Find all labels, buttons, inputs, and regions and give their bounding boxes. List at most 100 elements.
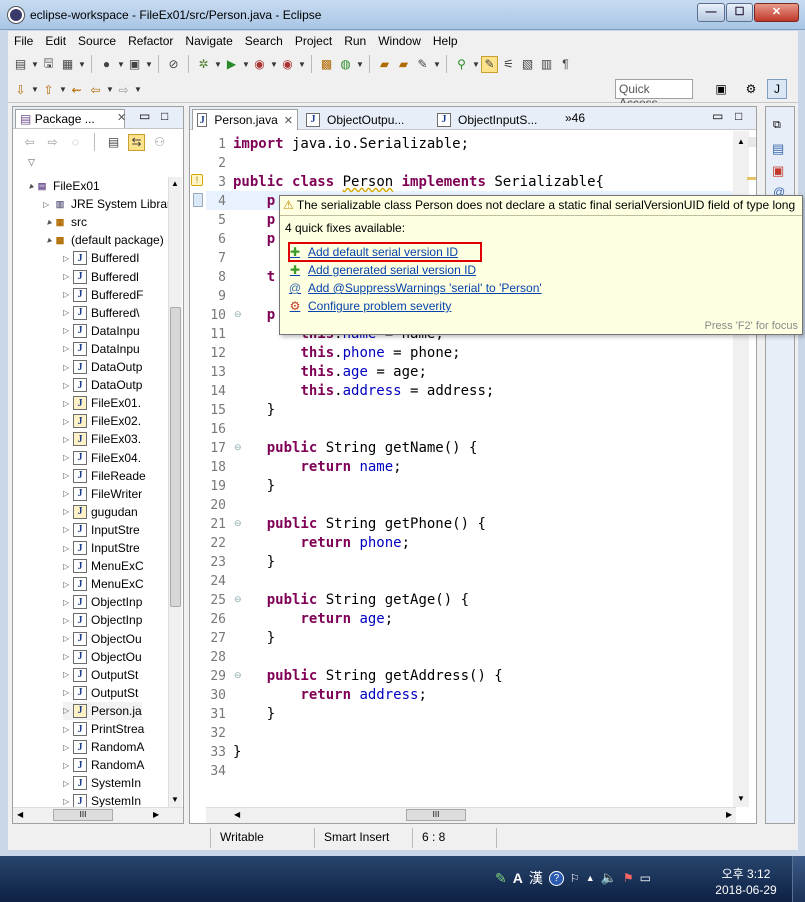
tab-overflow-button[interactable]: »46 <box>565 111 585 125</box>
close-button[interactable]: ✕ <box>754 3 799 22</box>
quick-access-input[interactable]: Quick Access <box>615 79 693 110</box>
toggle-mark-occurrences-icon[interactable]: ✎ <box>481 55 498 73</box>
debug-icon[interactable]: ✲ <box>195 56 212 73</box>
tree-item[interactable]: ▲ ▤ FileEx01 <box>25 177 100 195</box>
minimize-view-icon[interactable]: ▭ <box>139 109 150 123</box>
collapse-all-icon[interactable]: ▤ <box>105 134 122 151</box>
collapsed-twisty-icon[interactable]: ▷ <box>63 435 73 444</box>
fix-add-default-serial-version-id[interactable]: ✚ Add default serial version ID <box>288 243 458 261</box>
toggle-word-wrap-icon[interactable]: ▧ <box>519 56 536 73</box>
save-dropdown-icon[interactable]: ▼ <box>78 60 86 69</box>
collapsed-twisty-icon[interactable]: ▷ <box>63 562 73 571</box>
menu-help[interactable]: Help <box>427 34 464 48</box>
collapsed-twisty-icon[interactable]: ▷ <box>63 381 73 390</box>
forward-dropdown-icon[interactable]: ▼ <box>134 85 142 94</box>
scroll-right-icon[interactable]: ▶ <box>153 810 159 819</box>
tree-item[interactable]: ▷ J OutputSt <box>63 666 138 684</box>
tree-item[interactable]: ▷ J DataOutp <box>63 358 142 376</box>
back-icon[interactable]: ⇦ <box>21 134 38 151</box>
ant-dropdown-icon[interactable]: ▼ <box>472 60 480 69</box>
collapsed-twisty-icon[interactable]: ▷ <box>63 598 73 607</box>
collapsed-twisty-icon[interactable]: ▷ <box>63 308 73 317</box>
tree-item[interactable]: ▷ J FileReade <box>63 467 146 485</box>
previous-annotation-dropdown-icon[interactable]: ▼ <box>59 85 67 94</box>
scroll-left-icon[interactable]: ◀ <box>234 810 240 819</box>
tree-item[interactable]: ▷ ▥ JRE System Library <box>43 195 168 213</box>
tree-item[interactable]: ▷ J PrintStrea <box>63 720 144 738</box>
tree-item[interactable]: ▷ J DataOutp <box>63 376 142 394</box>
debug-dropdown-icon[interactable]: ▼ <box>214 60 222 69</box>
run-icon[interactable]: ▶ <box>223 56 240 73</box>
back-icon[interactable]: ⇦ <box>87 81 104 98</box>
show-hidden-icons-icon[interactable]: ▲ <box>586 873 595 883</box>
terminal-dropdown-icon[interactable]: ▼ <box>145 60 153 69</box>
ime-mode[interactable]: A <box>513 870 523 886</box>
tree-item[interactable]: ▲ ▩ (default package) <box>43 231 164 249</box>
next-annotation-dropdown-icon[interactable]: ▼ <box>31 85 39 94</box>
collapsed-twisty-icon[interactable]: ▷ <box>63 761 73 770</box>
collapsed-twisty-icon[interactable]: ▷ <box>63 272 73 281</box>
collapsed-twisty-icon[interactable]: ▷ <box>63 580 73 589</box>
coverage-icon[interactable]: ◉ <box>251 56 268 73</box>
tree-item[interactable]: ▷ J BufferedF <box>63 286 143 304</box>
ime-options-icon[interactable]: ⚐ <box>570 872 580 885</box>
tree-item[interactable]: ▷ J FileEx04. <box>63 449 141 467</box>
scroll-down-icon[interactable]: ▼ <box>171 795 179 804</box>
tree-item[interactable]: ▷ Jgugudan <box>63 503 138 521</box>
warning-overview-marker[interactable] <box>747 177 756 180</box>
collapsed-twisty-icon[interactable]: ▷ <box>63 507 73 516</box>
menu-run[interactable]: Run <box>338 34 372 48</box>
toggle-block-selection-icon[interactable]: ⚟ <box>500 56 517 73</box>
view-menu-chevron-icon[interactable]: ▽ <box>28 157 35 168</box>
show-desktop-button[interactable] <box>792 856 805 902</box>
clock-time[interactable]: 오후 3:12 <box>716 865 776 882</box>
publish-icon[interactable]: ● <box>98 56 115 73</box>
tree-item[interactable]: ▷ J FileEx02. <box>63 412 141 430</box>
scroll-left-icon[interactable]: ◀ <box>17 810 23 819</box>
save-all-icon[interactable]: ▦ <box>59 56 76 73</box>
tree-item[interactable]: ▷ J Person.ja <box>63 701 142 720</box>
collapsed-twisty-icon[interactable]: ▷ <box>63 652 73 661</box>
editor-hscrollbar[interactable]: ◀ III ▶ <box>206 807 736 823</box>
tree-item[interactable]: ▷ J DataInpu <box>63 340 140 358</box>
close-tab-icon[interactable]: ✕ <box>117 111 126 124</box>
restore-icon[interactable]: ⧉ <box>773 119 781 132</box>
package-tree-vscrollbar[interactable]: ▲ ▼ <box>168 177 182 807</box>
collapsed-twisty-icon[interactable]: ▷ <box>63 489 73 498</box>
tree-item[interactable]: ▷ J ObjectOu <box>63 630 142 648</box>
fix-configure-problem-severity[interactable]: ⚙ Configure problem severity <box>288 297 452 315</box>
collapsed-twisty-icon[interactable]: ▷ <box>63 544 73 553</box>
scroll-up-icon[interactable]: ▲ <box>171 179 179 188</box>
tree-item[interactable]: ▷ J FileWriter <box>63 485 142 503</box>
tab-objectoutput[interactable]: J ObjectOutpu... <box>302 109 414 130</box>
tree-item[interactable]: ▷ J Buffered\ <box>63 304 139 322</box>
menu-edit[interactable]: Edit <box>39 34 72 48</box>
open-perspective-icon[interactable]: ▣ <box>711 79 731 99</box>
show-paragraph-icon[interactable]: ¶ <box>557 56 574 73</box>
help-icon[interactable]: ? <box>548 870 564 886</box>
collapsed-twisty-icon[interactable]: ▷ <box>63 344 73 353</box>
collapsed-twisty-icon[interactable]: ▷ <box>63 471 73 480</box>
forward-icon[interactable]: ⇨ <box>115 81 132 98</box>
fix-add-generated-serial-version-id[interactable]: ✚ Add generated serial version ID <box>288 261 476 279</box>
tree-item[interactable]: ▷ J DataInpu <box>63 322 140 340</box>
menu-navigate[interactable]: Navigate <box>179 34 238 48</box>
collapsed-twisty-icon[interactable]: ▷ <box>63 688 73 697</box>
new-icon[interactable]: ▤ <box>12 56 29 73</box>
tree-item[interactable]: ▷ J FileEx03. <box>63 430 141 448</box>
collapsed-twisty-icon[interactable]: ▷ <box>43 200 53 209</box>
link-with-editor-icon[interactable]: ⇆ <box>128 133 145 151</box>
ime-hanja[interactable]: 漢 <box>529 868 543 888</box>
fix-add-suppresswarnings[interactable]: @ Add @SuppressWarnings 'serial' to 'Per… <box>288 279 542 297</box>
hscroll-thumb[interactable]: III <box>53 809 113 821</box>
save-icon[interactable]: 🖫 <box>40 56 57 73</box>
java-ee-perspective-icon[interactable]: ⚙ <box>741 79 761 99</box>
tree-item[interactable]: ▷ J MenuExC <box>63 557 144 575</box>
terminal-icon[interactable]: ▣ <box>126 56 143 73</box>
tree-item[interactable]: ▷ J ObjectOu <box>63 648 142 666</box>
up-icon[interactable]: ◌ <box>67 134 84 151</box>
tree-item[interactable]: ▷ J Bufferedl <box>63 268 139 286</box>
tree-item[interactable]: ▷ J OutputSt <box>63 684 138 702</box>
toggle-ant-editor-icon[interactable]: ⚲ <box>453 56 470 73</box>
collapsed-twisty-icon[interactable]: ▷ <box>63 525 73 534</box>
